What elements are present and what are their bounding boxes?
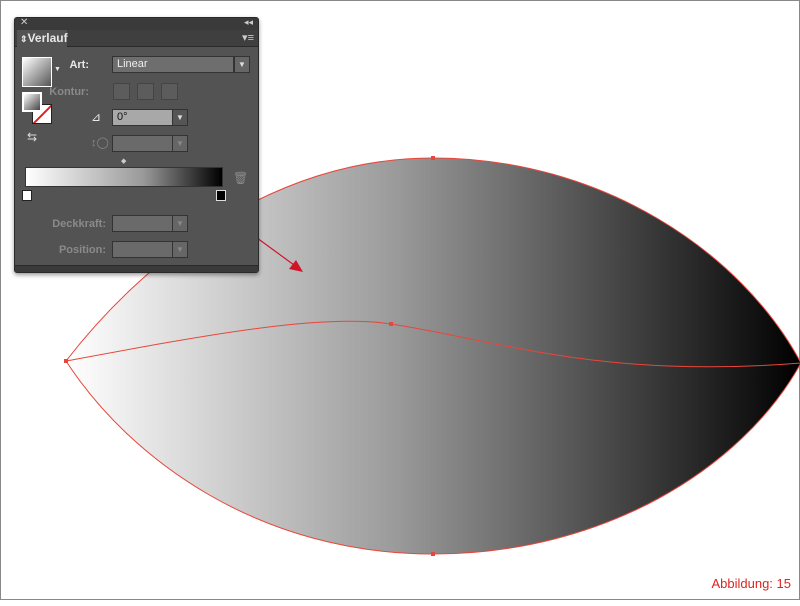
- position-input: [112, 241, 173, 258]
- panel-menu-icon[interactable]: ▾≡: [242, 31, 254, 44]
- gradient-panel: ✕ ◂◂ ⇕Verlauf ▾≡ ▼ ⇆ Art: Linear ▼ Kontu…: [14, 17, 259, 273]
- close-icon[interactable]: ✕: [20, 17, 28, 28]
- opacity-input: [112, 215, 173, 232]
- gradient-slider[interactable]: [25, 167, 223, 187]
- aspect-ratio-input: [112, 135, 173, 152]
- tab-verlauf[interactable]: ⇕Verlauf: [17, 30, 68, 47]
- aspect-ratio-icon: ↕◯: [91, 137, 109, 149]
- angle-dropdown-icon[interactable]: ▼: [172, 109, 188, 126]
- aspect-dropdown-icon: ▼: [172, 135, 188, 152]
- angle-icon: ⊿: [91, 110, 102, 124]
- opacity-dropdown-icon: ▼: [172, 215, 188, 232]
- stroke-along-button: [137, 83, 154, 100]
- position-label: Position:: [58, 244, 106, 256]
- angle-input[interactable]: 0°: [112, 109, 173, 126]
- color-stop-white[interactable]: [22, 190, 32, 201]
- panel-titlebar[interactable]: ✕ ◂◂: [15, 17, 258, 30]
- type-select[interactable]: Linear: [112, 56, 234, 73]
- stroke-within-button: [113, 83, 130, 100]
- panel-resize-bar[interactable]: [15, 265, 258, 272]
- reverse-gradient-icon[interactable]: ⇆: [27, 130, 37, 144]
- figure-caption: Abbildung: 15: [711, 576, 791, 591]
- trash-icon: 🗑: [233, 171, 249, 185]
- tab-arrows-icon: ⇕: [20, 34, 28, 44]
- opacity-label: Deckkraft:: [52, 218, 106, 230]
- tab-label: Verlauf: [27, 31, 68, 45]
- stroke-label: Kontur:: [49, 86, 89, 98]
- collapse-icon[interactable]: ◂◂: [244, 17, 253, 28]
- midpoint-diamond[interactable]: ◆: [121, 157, 126, 165]
- type-label: Art:: [69, 59, 89, 71]
- type-dropdown-icon[interactable]: ▼: [234, 56, 250, 73]
- stroke-across-button: [161, 83, 178, 100]
- position-dropdown-icon: ▼: [172, 241, 188, 258]
- color-stop-black[interactable]: [216, 190, 226, 201]
